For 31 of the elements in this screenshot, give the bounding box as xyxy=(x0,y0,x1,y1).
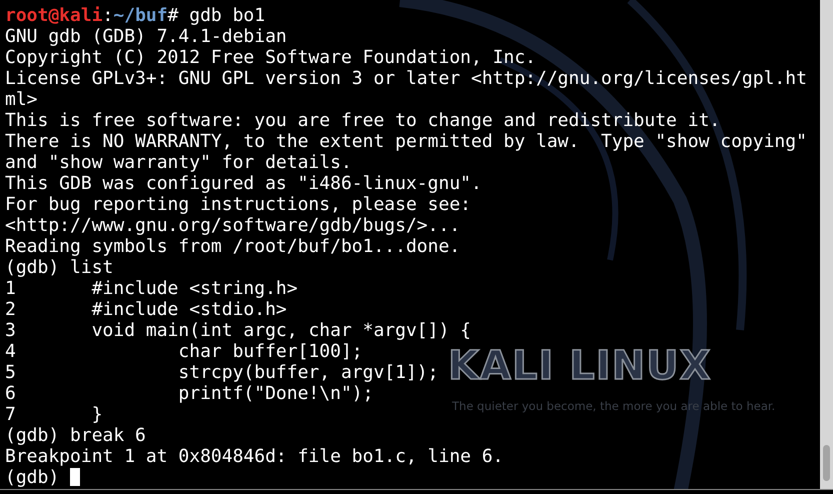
terminal-output-line: ml> xyxy=(5,89,38,110)
terminal-output-line: This GDB was configured as "i486-linux-gnu". xyxy=(5,173,482,194)
terminal-output-line: 4 char buffer[100]; xyxy=(5,341,363,362)
terminal-output-line: and "show warranty" for details. xyxy=(5,152,352,173)
terminal-output-line: 6 printf("Done!\n"); xyxy=(5,383,374,404)
terminal-output-line: 7 } xyxy=(5,404,103,425)
wallpaper-tagline: The quieter you become, the more you are able to hear. xyxy=(452,399,776,413)
terminal-output-line: <http://www.gnu.org/software/gdb/bugs/>... xyxy=(5,215,460,236)
terminal-output-line: (gdb) break 6 xyxy=(5,425,146,446)
terminal-output-line: Copyright (C) 2012 Free Software Foundation, Inc. xyxy=(5,47,536,68)
terminal-output-line: License GPLv3+: GNU GPL version 3 or later <http://gnu.org/licenses/gpl.ht xyxy=(5,68,807,89)
terminal-output-line: (gdb) list xyxy=(5,257,114,278)
terminal-output-line: 5 strcpy(buffer, argv[1]); xyxy=(5,362,438,383)
terminal-output-line: 1 #include <string.h> xyxy=(5,278,298,299)
terminal-output-line: For bug reporting instructions, please see: xyxy=(5,194,471,215)
terminal-output-line: Reading symbols from /root/buf/bo1...done. xyxy=(5,236,460,257)
gdb-prompt: (gdb) xyxy=(5,467,60,488)
terminal-output-line: There is NO WARRANTY, to the extent permitted by law. Type "show copying" xyxy=(5,131,807,152)
text-cursor xyxy=(70,468,80,486)
terminal-output-line: GNU gdb (GDB) 7.4.1-debian xyxy=(5,26,287,47)
wallpaper-logo: KALI LINUX xyxy=(448,344,712,388)
prompt-path: ~/buf xyxy=(113,5,168,26)
prompt-separator: : xyxy=(102,5,114,26)
terminal-command: # gdb bo1 xyxy=(168,5,266,26)
terminal-output-line: 2 #include <stdio.h> xyxy=(5,299,287,320)
terminal-output-line: This is free software: you are free to change and redistribute it. xyxy=(5,110,720,131)
terminal-output-line: 3 void main(int argc, char *argv[]) { xyxy=(5,320,471,341)
scrollbar-track[interactable] xyxy=(820,0,833,490)
terminal-output-line: Breakpoint 1 at 0x804846d: file bo1.c, line 6. xyxy=(5,446,504,467)
prompt-user-host: root@kali xyxy=(5,5,103,26)
scrollbar-thumb[interactable] xyxy=(823,445,830,481)
